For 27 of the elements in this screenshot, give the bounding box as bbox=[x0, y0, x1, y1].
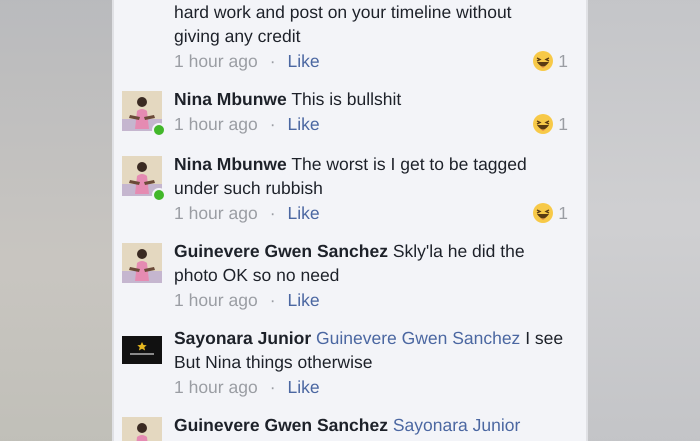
separator: · bbox=[270, 50, 276, 73]
timestamp: 1 hour ago bbox=[174, 288, 258, 312]
comment-text: Nina Mbunwe This is bullshit bbox=[174, 88, 402, 111]
timestamp: 1 hour ago bbox=[174, 202, 258, 225]
timestamp: 1 hour ago bbox=[174, 50, 258, 73]
like-button[interactable]: Like bbox=[288, 286, 320, 314]
like-button[interactable]: Like bbox=[288, 110, 320, 138]
comment-text: hard work and post on your timeline without giving any credit bbox=[174, 1, 513, 48]
separator: · bbox=[270, 376, 276, 399]
comment-text: Nina Mbunwe The worst is I get to be tagged under such rubbish bbox=[174, 153, 528, 200]
separator: · bbox=[270, 288, 276, 312]
comment-text: Guinevere Gwen Sanchez Sayonara Junior bbox=[174, 414, 522, 437]
reaction-count: 1 bbox=[558, 50, 568, 73]
separator: · bbox=[270, 112, 276, 136]
comment-text: Sayonara Junior Guinevere Gwen Sanchez I see But Nina things otherwise bbox=[174, 327, 564, 374]
comment-text: Guinevere Gwen Sanchez Skly'la he did the photo OK so no need bbox=[174, 240, 526, 287]
like-button[interactable]: Like bbox=[288, 48, 320, 74]
laughing-emoji-icon bbox=[532, 202, 554, 224]
timestamp: 1 hour ago bbox=[174, 376, 258, 399]
laughing-emoji-icon bbox=[532, 50, 554, 72]
separator: · bbox=[270, 202, 276, 225]
reaction-count: 1 bbox=[558, 112, 568, 136]
reaction-count: 1 bbox=[558, 202, 568, 225]
timestamp: 1 hour ago bbox=[174, 112, 258, 136]
like-button[interactable]: Like bbox=[288, 374, 320, 400]
laughing-emoji-icon bbox=[532, 113, 554, 135]
like-button[interactable]: Like bbox=[288, 200, 320, 226]
